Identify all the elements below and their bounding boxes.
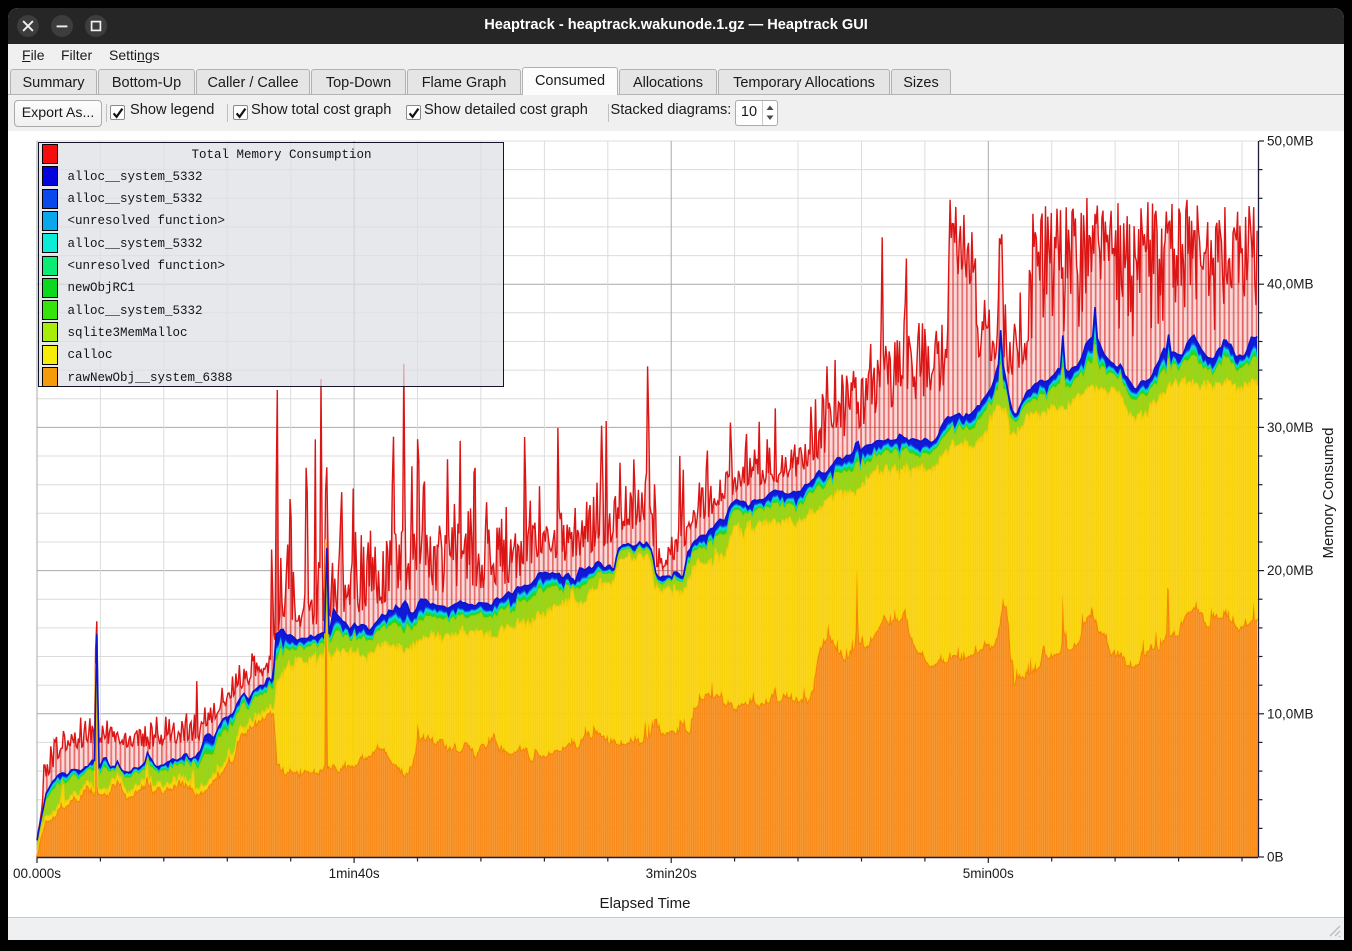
svg-text:40,0MB: 40,0MB	[1267, 277, 1314, 292]
svg-text:3min20s: 3min20s	[646, 866, 697, 881]
svg-text:0B: 0B	[1267, 850, 1284, 865]
svg-text:5min00s: 5min00s	[963, 866, 1014, 881]
svg-text:20,0MB: 20,0MB	[1267, 563, 1314, 578]
svg-text:00.000s: 00.000s	[13, 866, 61, 881]
svg-text:50,0MB: 50,0MB	[1267, 134, 1314, 149]
svg-text:Elapsed Time: Elapsed Time	[600, 895, 691, 912]
svg-text:30,0MB: 30,0MB	[1267, 420, 1314, 435]
svg-text:10,0MB: 10,0MB	[1267, 706, 1314, 721]
svg-text:1min40s: 1min40s	[329, 866, 380, 881]
svg-text:Memory Consumed: Memory Consumed	[1320, 428, 1337, 559]
